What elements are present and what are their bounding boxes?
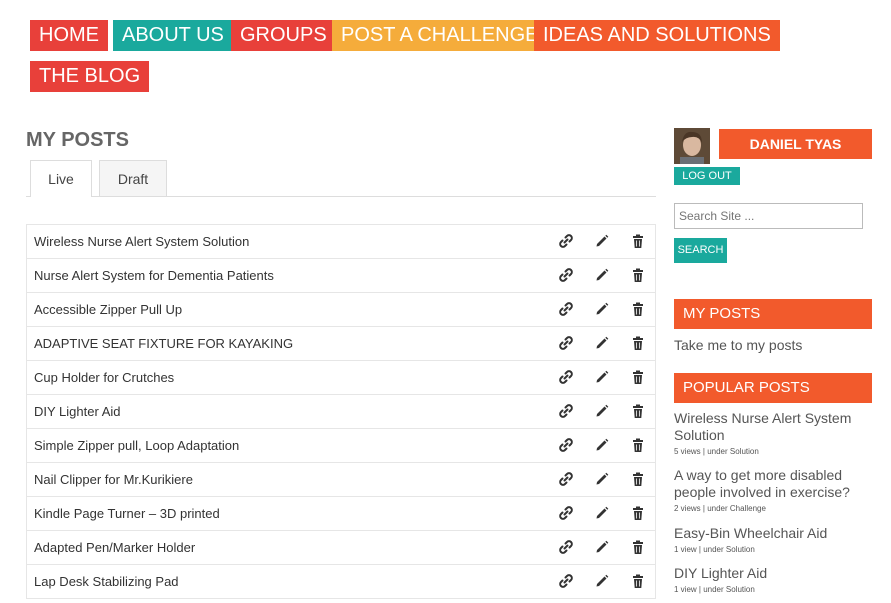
trash-icon[interactable] [630,471,646,487]
trash-icon[interactable] [630,233,646,249]
search-input[interactable] [674,203,863,229]
popular-post-meta: 1 view | under Solution [674,545,755,554]
pencil-icon[interactable] [594,267,610,283]
popular-post-item: Easy-Bin Wheelchair Aid 1 view | under S… [674,525,874,554]
tab-draft[interactable]: Draft [99,160,167,196]
pencil-icon[interactable] [594,403,610,419]
post-title[interactable]: Wireless Nurse Alert System Solution [34,225,249,258]
table-row: Simple Zipper pull, Loop Adaptation [26,429,656,463]
trash-icon[interactable] [630,573,646,589]
table-row: Cup Holder for Crutches [26,361,656,395]
post-title[interactable]: Lap Desk Stabilizing Pad [34,565,179,598]
table-row: Wireless Nurse Alert System Solution [26,225,656,259]
posts-table: Wireless Nurse Alert System Solution Nurs… [26,224,656,599]
pencil-icon[interactable] [594,471,610,487]
post-title[interactable]: ADAPTIVE SEAT FIXTURE FOR KAYAKING [34,327,293,360]
popular-post-meta: 1 view | under Solution [674,585,755,594]
table-row: Adapted Pen/Marker Holder [26,531,656,565]
post-title[interactable]: DIY Lighter Aid [34,395,120,428]
table-row: Kindle Page Turner – 3D printed [26,497,656,531]
post-title[interactable]: Kindle Page Turner – 3D printed [34,497,220,530]
pencil-icon[interactable] [594,369,610,385]
pencil-icon[interactable] [594,505,610,521]
user-name: DANIEL TYAS [719,129,872,159]
trash-icon[interactable] [630,437,646,453]
page-title: MY POSTS [26,129,129,151]
nav-the-blog[interactable]: THE BLOG [30,61,150,92]
popular-post-link[interactable]: DIY Lighter Aid [674,565,874,582]
pencil-icon[interactable] [594,301,610,317]
link-icon[interactable] [558,403,574,419]
popular-post-meta: 5 views | under Solution [674,447,759,456]
link-icon[interactable] [558,335,574,351]
popular-post-link[interactable]: Wireless Nurse Alert System Solution [674,410,874,444]
table-row: DIY Lighter Aid [26,395,656,429]
table-row: Lap Desk Stabilizing Pad [26,565,656,599]
popular-post-item: A way to get more disabled people involv… [674,467,874,513]
nav-post-a-challenge[interactable]: POST A CHALLENGE [332,20,548,51]
table-row: Accessible Zipper Pull Up [26,293,656,327]
pencil-icon[interactable] [594,233,610,249]
tab-live[interactable]: Live [30,160,92,197]
link-icon[interactable] [558,573,574,589]
link-icon[interactable] [558,233,574,249]
trash-icon[interactable] [630,369,646,385]
link-icon[interactable] [558,505,574,521]
avatar [674,128,710,164]
trash-icon[interactable] [630,505,646,521]
nav-about-us[interactable]: ABOUT US [113,20,233,51]
search-button[interactable]: SEARCH [674,238,727,263]
link-icon[interactable] [558,539,574,555]
post-title[interactable]: Adapted Pen/Marker Holder [34,531,195,564]
link-icon[interactable] [558,437,574,453]
trash-icon[interactable] [630,267,646,283]
my-posts-link[interactable]: Take me to my posts [674,337,802,353]
popular-post-link[interactable]: Easy-Bin Wheelchair Aid [674,525,874,542]
table-row: Nail Clipper for Mr.Kurikiere [26,463,656,497]
my-posts-widget-title: MY POSTS [674,299,872,329]
table-row: Nurse Alert System for Dementia Patients [26,259,656,293]
popular-post-meta: 2 views | under Challenge [674,504,766,513]
post-tabs: Live Draft [26,160,656,197]
nav-ideas-and-solutions[interactable]: IDEAS AND SOLUTIONS [534,20,780,51]
pencil-icon[interactable] [594,539,610,555]
post-title[interactable]: Nail Clipper for Mr.Kurikiere [34,463,193,496]
nav-groups[interactable]: GROUPS [231,20,336,51]
post-title[interactable]: Simple Zipper pull, Loop Adaptation [34,429,239,462]
link-icon[interactable] [558,471,574,487]
trash-icon[interactable] [630,335,646,351]
post-title[interactable]: Accessible Zipper Pull Up [34,293,182,326]
popular-posts-widget-title: POPULAR POSTS [674,373,872,403]
table-row: ADAPTIVE SEAT FIXTURE FOR KAYAKING [26,327,656,361]
popular-post-item: DIY Lighter Aid 1 view | under Solution [674,565,874,594]
link-icon[interactable] [558,369,574,385]
link-icon[interactable] [558,267,574,283]
post-title[interactable]: Cup Holder for Crutches [34,361,174,394]
popular-post-link[interactable]: A way to get more disabled people involv… [674,467,874,501]
pencil-icon[interactable] [594,335,610,351]
pencil-icon[interactable] [594,573,610,589]
nav-home[interactable]: HOME [30,20,108,51]
logout-button[interactable]: LOG OUT [674,167,740,185]
popular-post-item: Wireless Nurse Alert System Solution 5 v… [674,410,874,456]
trash-icon[interactable] [630,539,646,555]
trash-icon[interactable] [630,301,646,317]
pencil-icon[interactable] [594,437,610,453]
link-icon[interactable] [558,301,574,317]
trash-icon[interactable] [630,403,646,419]
post-title[interactable]: Nurse Alert System for Dementia Patients [34,259,274,292]
